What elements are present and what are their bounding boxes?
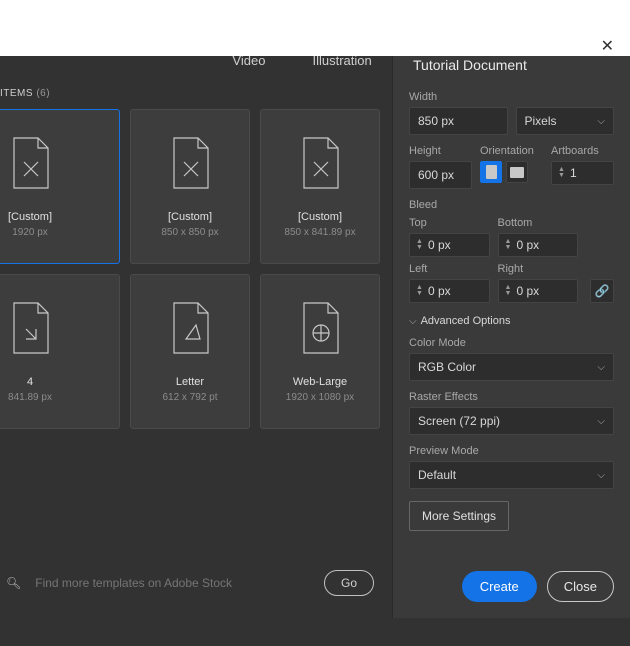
preset-card[interactable]: Letter 612 x 792 pt [130, 274, 250, 429]
letter-icon [168, 301, 212, 358]
document-icon [168, 136, 212, 193]
artboards-label: Artboards [551, 145, 614, 157]
preset-dims: 841.89 px [8, 392, 52, 403]
advanced-options-toggle[interactable]: ⌵Advanced Options [409, 315, 614, 327]
preset-card[interactable]: 4 841.89 px [0, 274, 120, 429]
preview-mode-select[interactable]: Default⌵ [409, 461, 614, 489]
chevron-down-icon: ⌵ [597, 470, 605, 481]
document-name-input[interactable]: Tutorial Document [409, 53, 614, 81]
preset-title: [Custom] [8, 211, 52, 223]
width-label: Width [409, 91, 614, 103]
preset-dims: 1920 px [12, 227, 48, 238]
preset-card[interactable]: [Custom] 850 x 841.89 px [260, 109, 380, 264]
orientation-portrait[interactable] [480, 161, 502, 183]
preset-dims: 850 x 841.89 px [284, 227, 355, 238]
raster-effects-label: Raster Effects [409, 391, 614, 403]
document-icon [8, 136, 52, 193]
chevron-down-icon: ⌵ [597, 116, 605, 127]
stock-search-input[interactable] [31, 570, 314, 596]
artboards-stepper[interactable]: ▲▼1 [551, 161, 614, 185]
create-button[interactable]: Create [462, 571, 537, 602]
bleed-label: Bleed [409, 199, 614, 211]
top-label: Top [409, 217, 490, 229]
more-settings-button[interactable]: More Settings [409, 501, 509, 531]
bleed-right-stepper[interactable]: ▲▼0 px [498, 279, 579, 303]
units-select[interactable]: Pixels⌵ [516, 107, 615, 135]
presets-panel: Saved Mobile Web Print Film & Video Art … [0, 28, 392, 618]
preset-details-panel: PRESET DETAILS Tutorial Document Width 8… [392, 28, 630, 618]
document-icon [8, 301, 52, 358]
chevron-down-icon: ⌵ [597, 362, 605, 373]
preset-grid: [Custom] 1920 px [Custom] 850 x 850 px [… [0, 109, 380, 429]
go-button[interactable]: Go [324, 570, 374, 596]
orientation-toggle [480, 161, 543, 183]
preset-card[interactable]: [Custom] 1920 px [0, 109, 120, 264]
preset-title: Letter [176, 376, 204, 388]
preset-dims: 850 x 850 px [161, 227, 218, 238]
preset-card[interactable]: [Custom] 850 x 850 px [130, 109, 250, 264]
stock-search-bar: 🔍︎ Go [0, 564, 380, 602]
close-button[interactable]: Close [547, 571, 614, 602]
link-bleed-icon[interactable]: 🔗 [590, 279, 614, 303]
bleed-left-stepper[interactable]: ▲▼0 px [409, 279, 490, 303]
chevron-down-icon: ⌵ [409, 316, 417, 327]
color-mode-select[interactable]: RGB Color⌵ [409, 353, 614, 381]
chevron-down-icon: ⌵ [597, 416, 605, 427]
bleed-top-stepper[interactable]: ▲▼0 px [409, 233, 490, 257]
section-header: ITEMS (6) [0, 88, 380, 99]
preview-mode-label: Preview Mode [409, 445, 614, 457]
dialog-footer: Create Close [409, 559, 614, 618]
search-icon: 🔍︎ [6, 576, 21, 590]
orientation-label: Orientation [480, 145, 543, 157]
preset-title: [Custom] [168, 211, 212, 223]
web-icon [298, 301, 342, 358]
height-label: Height [409, 145, 472, 157]
preset-title: Web-Large [293, 376, 347, 388]
bleed-bottom-stepper[interactable]: ▲▼0 px [498, 233, 579, 257]
right-label: Right [498, 263, 579, 275]
left-label: Left [409, 263, 490, 275]
preset-card[interactable]: Web-Large 1920 x 1080 px [260, 274, 380, 429]
document-icon [298, 136, 342, 193]
close-icon[interactable]: ✕ [597, 36, 618, 56]
bottom-label: Bottom [498, 217, 579, 229]
orientation-landscape[interactable] [506, 161, 528, 183]
width-input[interactable]: 850 px [409, 107, 508, 135]
raster-effects-select[interactable]: Screen (72 ppi)⌵ [409, 407, 614, 435]
preset-dims: 612 x 792 pt [162, 392, 217, 403]
preset-title: 4 [27, 376, 33, 388]
height-input[interactable]: 600 px [409, 161, 472, 189]
preset-title: [Custom] [298, 211, 342, 223]
color-mode-label: Color Mode [409, 337, 614, 349]
preset-dims: 1920 x 1080 px [286, 392, 354, 403]
